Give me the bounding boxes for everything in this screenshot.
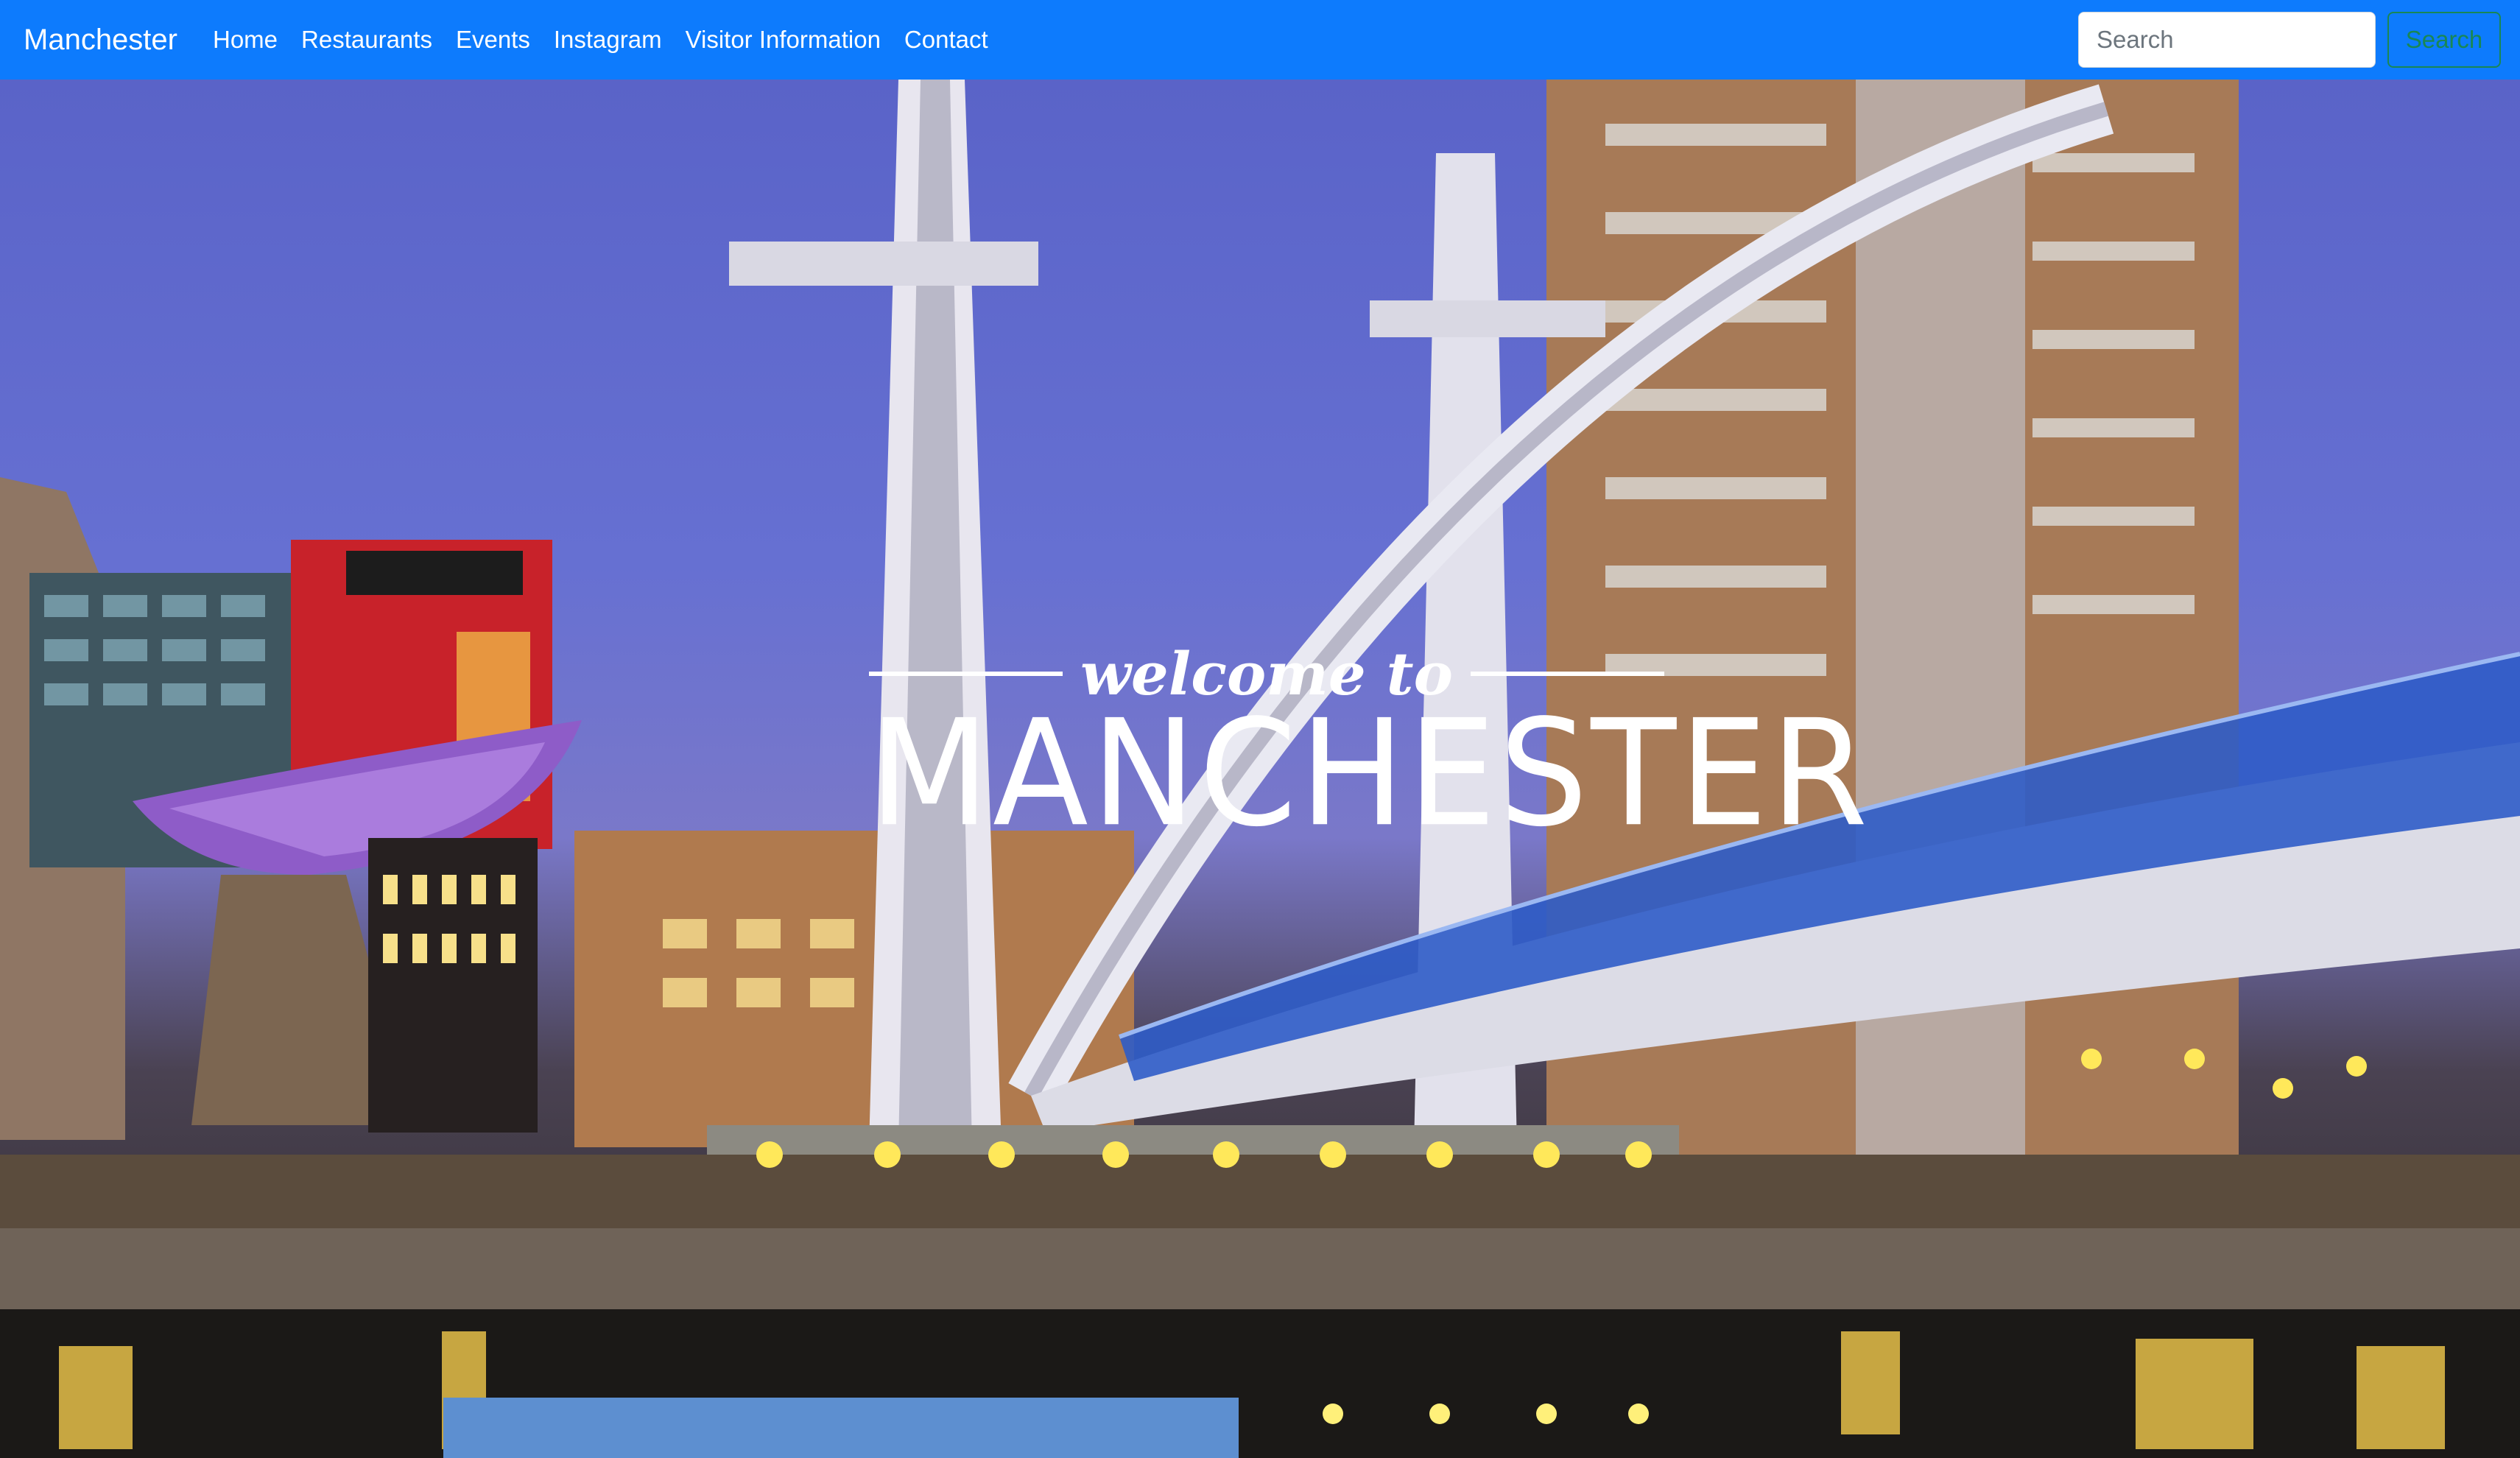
page: Manchester Home Restaurants Events Insta… [0,0,2520,1458]
brand-link[interactable]: Manchester [24,24,177,57]
navbar: Manchester Home Restaurants Events Insta… [0,0,2520,80]
hero-section: welcome to MANCHESTER [0,80,2520,1458]
search-form: Search [2078,12,2501,68]
hero-title: MANCHESTER [869,688,1871,859]
nav-links: Home Restaurants Events Instagram Visito… [213,26,988,54]
search-button[interactable]: Search [2387,12,2501,68]
nav-link-visitor-information[interactable]: Visitor Information [686,26,881,54]
content-card [443,1398,1239,1458]
hero-title-block: welcome to MANCHESTER [869,639,1868,847]
search-input[interactable] [2078,12,2376,68]
nav-link-instagram[interactable]: Instagram [554,26,662,54]
title-rule-right [1470,672,1664,676]
nav-link-home[interactable]: Home [213,26,278,54]
nav-link-contact[interactable]: Contact [904,26,988,54]
title-rule-left [869,672,1063,676]
nav-link-events[interactable]: Events [456,26,530,54]
nav-link-restaurants[interactable]: Restaurants [301,26,432,54]
